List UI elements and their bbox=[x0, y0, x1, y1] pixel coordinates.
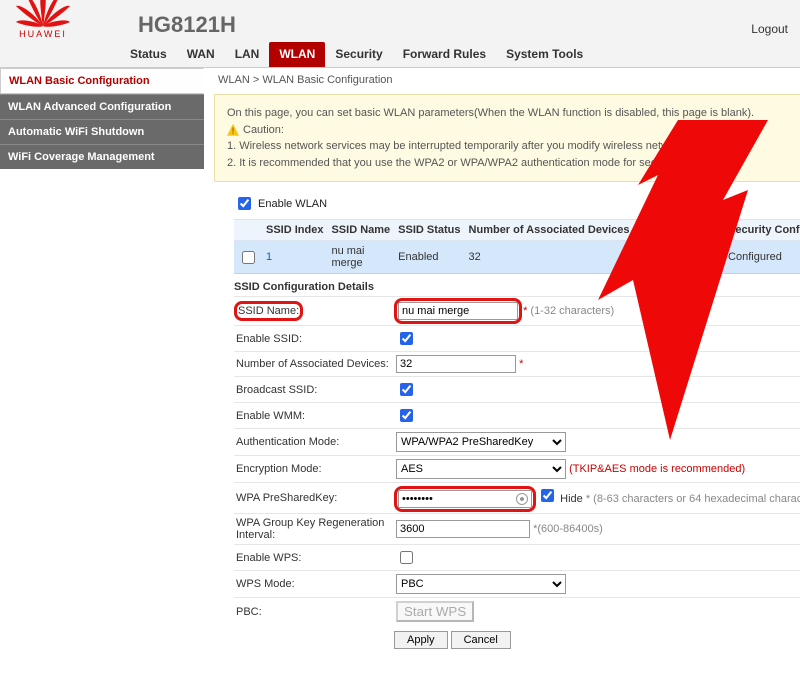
tab-wan[interactable]: WAN bbox=[177, 42, 225, 67]
psk-hint: * (8-63 characters or 64 hexadecimal cha… bbox=[586, 493, 800, 505]
highlight-ssid-name-label: SSID Name: bbox=[236, 303, 301, 319]
tab-wlan[interactable]: WLAN bbox=[269, 42, 325, 67]
tab-systemtools[interactable]: System Tools bbox=[496, 42, 593, 67]
brand-label: HUAWEI bbox=[12, 29, 74, 39]
enable-ssid-checkbox[interactable] bbox=[400, 332, 413, 345]
ssid-row-sec: Configured bbox=[724, 241, 800, 274]
lbl-pbc: PBC: bbox=[234, 598, 394, 626]
sidebar-item-basic[interactable]: WLAN Basic Configuration bbox=[0, 68, 204, 94]
num-assoc-input[interactable] bbox=[396, 355, 516, 373]
enable-wmm-checkbox[interactable] bbox=[400, 409, 413, 422]
th-broadcast: Broadcast SSID bbox=[634, 220, 725, 241]
lbl-ssid-name: SSID Name: bbox=[238, 305, 299, 317]
psk-hide-label: Hide bbox=[560, 493, 583, 505]
start-wps-button: Start WPS bbox=[396, 601, 474, 622]
ssid-row-checkbox[interactable] bbox=[242, 251, 255, 264]
top-nav: Status WAN LAN WLAN Security Forward Rul… bbox=[0, 42, 800, 68]
tab-forward[interactable]: Forward Rules bbox=[393, 42, 496, 67]
enc-mode-select[interactable]: AES bbox=[396, 459, 566, 479]
cancel-button[interactable]: Cancel bbox=[451, 631, 511, 649]
ssid-name-input[interactable] bbox=[398, 302, 518, 320]
ssid-details-table: SSID Name: * (1-32 characters) Enable SS… bbox=[234, 296, 800, 625]
ssid-row-assoc: 32 bbox=[465, 241, 634, 274]
notice-box: On this page, you can set basic WLAN par… bbox=[214, 94, 800, 182]
notice-line-1: On this page, you can set basic WLAN par… bbox=[227, 105, 800, 122]
tab-status[interactable]: Status bbox=[120, 42, 177, 67]
ssid-row-status: Enabled bbox=[394, 241, 464, 274]
th-ssid-index: SSID Index bbox=[262, 220, 327, 241]
group-key-input[interactable] bbox=[396, 520, 530, 538]
sidebar: WLAN Basic Configuration WLAN Advanced C… bbox=[0, 68, 204, 677]
lbl-enable-wmm: Enable WMM: bbox=[234, 403, 394, 429]
notice-line-3: 2. It is recommended that you use the WP… bbox=[227, 155, 800, 172]
sidebar-item-coverage[interactable]: WiFi Coverage Management bbox=[0, 144, 204, 169]
tab-security[interactable]: Security bbox=[325, 42, 392, 67]
apply-button[interactable]: Apply bbox=[394, 631, 448, 649]
enable-wps-checkbox[interactable] bbox=[400, 551, 413, 564]
brand-logo: HUAWEI bbox=[12, 0, 74, 42]
lbl-psk: WPA PreSharedKey: bbox=[234, 483, 394, 514]
th-security: Security Configuration bbox=[724, 220, 800, 241]
ssid-table: SSID Index SSID Name SSID Status Number … bbox=[234, 219, 800, 274]
caution-label: Caution: bbox=[243, 122, 284, 139]
lbl-group-key: WPA Group Key Regeneration Interval: bbox=[234, 514, 394, 545]
th-num-assoc: Number of Associated Devices bbox=[465, 220, 634, 241]
ssid-row-index[interactable]: 1 bbox=[266, 251, 272, 263]
breadcrumb: WLAN > WLAN Basic Configuration bbox=[214, 68, 800, 92]
highlight-ssid-name-input bbox=[396, 300, 520, 322]
highlight-psk-input bbox=[396, 488, 534, 510]
ssid-row-name: nu mai merge bbox=[327, 241, 394, 274]
auth-mode-select[interactable]: WPA/WPA2 PreSharedKey bbox=[396, 432, 566, 452]
group-key-hint: *(600-86400s) bbox=[533, 523, 603, 535]
broadcast-ssid-checkbox[interactable] bbox=[400, 383, 413, 396]
enc-mode-hint: (TKIP&AES mode is recommended) bbox=[569, 463, 745, 475]
lbl-enc-mode: Encryption Mode: bbox=[234, 456, 394, 483]
sidebar-item-autoshutdown[interactable]: Automatic WiFi Shutdown bbox=[0, 119, 204, 144]
model-name: HG8121H bbox=[138, 12, 236, 38]
lbl-auth-mode: Authentication Mode: bbox=[234, 429, 394, 456]
enable-wlan-label: Enable WLAN bbox=[258, 198, 327, 210]
ssid-name-hint: (1-32 characters) bbox=[530, 305, 614, 317]
ssid-table-row[interactable]: 1 nu mai merge Enabled 32 Enabled Config… bbox=[234, 241, 800, 274]
lbl-broadcast: Broadcast SSID: bbox=[234, 377, 394, 403]
lbl-enable-ssid: Enable SSID: bbox=[234, 326, 394, 352]
tab-lan[interactable]: LAN bbox=[225, 42, 270, 67]
ssid-row-bcast: Enabled bbox=[634, 241, 725, 274]
sidebar-item-advanced[interactable]: WLAN Advanced Configuration bbox=[0, 94, 204, 119]
details-title: SSID Configuration Details bbox=[234, 276, 800, 296]
logout-link[interactable]: Logout bbox=[751, 22, 788, 42]
lbl-wps-mode: WPS Mode: bbox=[234, 571, 394, 598]
th-ssid-status: SSID Status bbox=[394, 220, 464, 241]
psk-input[interactable] bbox=[398, 490, 532, 508]
enable-wlan-checkbox[interactable] bbox=[238, 197, 251, 210]
wps-mode-select[interactable]: PBC bbox=[396, 574, 566, 594]
enable-wlan-row[interactable]: Enable WLAN bbox=[234, 194, 800, 219]
th-ssid-name: SSID Name bbox=[327, 220, 394, 241]
lbl-num-assoc: Number of Associated Devices: bbox=[234, 352, 394, 377]
caution-icon bbox=[227, 124, 239, 136]
lbl-enable-wps: Enable WPS: bbox=[234, 545, 394, 571]
notice-line-2: 1. Wireless network services may be inte… bbox=[227, 138, 800, 155]
psk-hide-checkbox[interactable] bbox=[541, 489, 554, 502]
